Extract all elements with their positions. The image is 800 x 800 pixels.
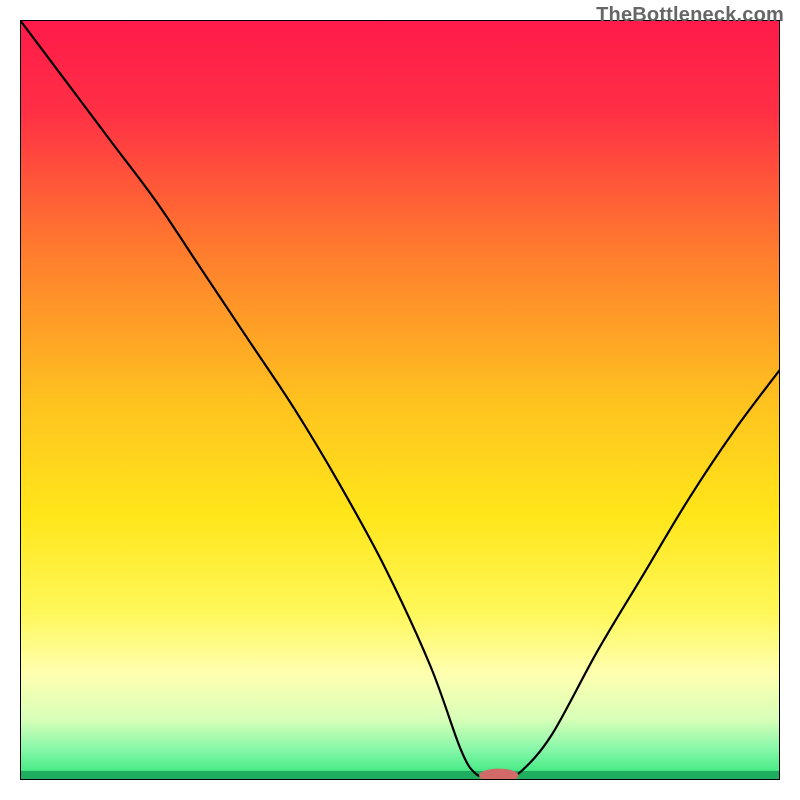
chart-container: TheBottleneck.com — [0, 0, 800, 800]
baseline-band — [20, 771, 780, 780]
chart-svg — [20, 20, 780, 780]
background-gradient — [20, 20, 780, 780]
watermark: TheBottleneck.com — [596, 4, 784, 27]
plot-area — [20, 20, 780, 780]
